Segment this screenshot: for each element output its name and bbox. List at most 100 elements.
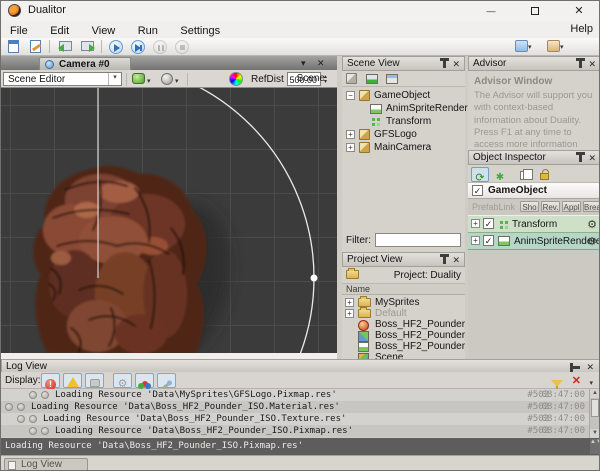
menu-help[interactable]: Help bbox=[570, 23, 593, 35]
component-row-transform[interactable]: Transform bbox=[468, 216, 600, 233]
project-item-scene[interactable]: Scene bbox=[342, 351, 465, 359]
log-entry-list[interactable]: Loading Resource 'Data\MySprites\GFSLogo… bbox=[1, 389, 600, 438]
close-button[interactable] bbox=[557, 1, 600, 21]
log-entry[interactable]: Loading Resource 'Data\Boss_HF2_Pounder_… bbox=[1, 401, 600, 413]
gear-icon[interactable] bbox=[587, 218, 597, 231]
auto-refresh-button[interactable] bbox=[471, 167, 489, 182]
prefab-show-button[interactable]: Sho bbox=[520, 201, 539, 212]
pin-icon[interactable] bbox=[579, 61, 582, 68]
toggle-warnings-button[interactable] bbox=[63, 373, 82, 388]
log-entry[interactable]: Loading Resource 'Data\MySprites\GFSLogo… bbox=[1, 389, 600, 401]
project-item-label: Scene bbox=[375, 352, 403, 359]
close-icon[interactable] bbox=[588, 153, 596, 164]
close-icon[interactable] bbox=[452, 59, 460, 70]
component-checkbox[interactable] bbox=[483, 235, 494, 246]
edit-document-button[interactable] bbox=[27, 40, 44, 54]
expand-icon[interactable] bbox=[471, 236, 480, 245]
autohide-pin-icon[interactable] bbox=[573, 366, 580, 369]
expand-icon[interactable] bbox=[471, 219, 480, 228]
editor-mode-select[interactable]: Scene Editor bbox=[3, 72, 122, 86]
save-scene-icon[interactable] bbox=[386, 74, 398, 84]
tab-camera-0[interactable]: Camera #0 bbox=[39, 57, 131, 70]
scrollbar-up-icon[interactable]: ▲ bbox=[590, 389, 600, 398]
new-scene-icon[interactable] bbox=[366, 74, 378, 84]
lock-button[interactable] bbox=[535, 167, 553, 182]
step-button[interactable] bbox=[129, 40, 146, 54]
expand-icon[interactable] bbox=[346, 130, 355, 139]
log-page-icon bbox=[8, 461, 16, 470]
dropdown-caret-icon bbox=[528, 43, 532, 51]
check-icon bbox=[5, 403, 13, 411]
close-icon[interactable] bbox=[452, 255, 460, 266]
status-scroll-buttons[interactable]: ▲▼ bbox=[590, 439, 600, 454]
dropdown-caret-icon[interactable] bbox=[147, 77, 151, 85]
expand-icon[interactable] bbox=[345, 309, 354, 318]
log-view-autohide-tab[interactable]: Log View bbox=[4, 458, 88, 471]
active-checkbox[interactable] bbox=[472, 185, 483, 196]
gear-icon bbox=[41, 391, 49, 399]
prefab-apply-button[interactable]: Appl bbox=[562, 201, 581, 212]
prefab-break-button[interactable]: Brea bbox=[583, 201, 600, 212]
inspected-object-row[interactable]: GameObject bbox=[468, 183, 600, 199]
project-column-header[interactable]: Name bbox=[342, 284, 465, 295]
filter-input[interactable] bbox=[375, 233, 461, 247]
scrollbar-thumb[interactable] bbox=[591, 399, 599, 417]
toggle-game-log-button[interactable] bbox=[135, 373, 154, 388]
pin-icon[interactable] bbox=[443, 61, 446, 68]
camera-tab-label: Camera #0 bbox=[59, 59, 110, 70]
dropdown-caret-icon[interactable] bbox=[175, 77, 179, 85]
log-scrollbar[interactable]: ▲ ▼ bbox=[589, 389, 600, 438]
gear-icon[interactable] bbox=[587, 235, 597, 248]
pause-icon bbox=[153, 40, 167, 54]
toggle-messages-button[interactable] bbox=[85, 373, 104, 388]
layout-button[interactable] bbox=[547, 40, 573, 54]
close-icon bbox=[574, 5, 583, 17]
scrollbar-down-icon[interactable]: ▼ bbox=[590, 429, 600, 438]
toggle-errors-button[interactable]: ! bbox=[41, 373, 60, 388]
close-icon[interactable] bbox=[588, 59, 596, 70]
tree-node-gameobject[interactable]: GameObject bbox=[342, 89, 465, 102]
component-row-animspriterenderer[interactable]: AnimSpriteRenderer bbox=[468, 233, 600, 250]
tab-close-button[interactable] bbox=[317, 58, 325, 69]
play-button[interactable] bbox=[107, 40, 124, 54]
titlebar[interactable]: Dualitor bbox=[1, 1, 600, 21]
minimize-button[interactable] bbox=[469, 1, 513, 21]
prefab-revert-button[interactable]: Rev. bbox=[541, 201, 560, 212]
pause-button[interactable] bbox=[151, 40, 168, 54]
toggle-editor-log-button[interactable] bbox=[157, 373, 176, 388]
export-button[interactable] bbox=[79, 40, 96, 54]
dropdown-caret-icon[interactable] bbox=[589, 379, 593, 387]
project-view-titlebar: Project View bbox=[342, 252, 465, 267]
pin-icon[interactable] bbox=[579, 155, 582, 162]
tree-node-animspriterenderer[interactable]: AnimSpriteRenderer bbox=[342, 102, 465, 115]
background-color-button[interactable] bbox=[132, 73, 145, 84]
expand-icon[interactable] bbox=[345, 298, 354, 307]
clear-log-button[interactable] bbox=[572, 374, 581, 387]
tree-node-transform[interactable]: Transform bbox=[342, 115, 465, 128]
new-document-button[interactable] bbox=[5, 40, 22, 54]
tab-list-dropdown[interactable] bbox=[301, 58, 306, 69]
folder-icon[interactable] bbox=[346, 270, 359, 279]
maximize-button[interactable] bbox=[513, 1, 557, 21]
log-entry[interactable]: Loading Resource 'Data\Boss_HF2_Pounder_… bbox=[1, 413, 600, 425]
cube-icon[interactable] bbox=[346, 73, 357, 84]
new-view-button[interactable] bbox=[515, 40, 541, 54]
sort-button[interactable] bbox=[491, 167, 509, 182]
expand-icon[interactable] bbox=[346, 143, 355, 152]
pin-icon[interactable] bbox=[443, 257, 446, 264]
clone-button[interactable] bbox=[515, 167, 533, 182]
stop-button[interactable] bbox=[173, 40, 190, 54]
cube-icon bbox=[359, 129, 370, 140]
component-checkbox[interactable] bbox=[483, 218, 494, 229]
tree-node-gfslogo[interactable]: GFSLogo bbox=[342, 128, 465, 141]
log-entry[interactable]: Loading Resource 'Data\Boss_HF2_Pounder_… bbox=[1, 425, 600, 437]
stop-icon bbox=[175, 40, 189, 54]
scene-editor-viewport[interactable] bbox=[1, 88, 337, 353]
toggle-core-log-button[interactable] bbox=[113, 373, 132, 388]
rotation-handle[interactable] bbox=[311, 275, 318, 282]
import-button[interactable] bbox=[57, 40, 74, 54]
render-mode-button[interactable] bbox=[161, 73, 173, 85]
tree-node-maincamera[interactable]: MainCamera bbox=[342, 141, 465, 154]
collapse-icon[interactable] bbox=[346, 91, 355, 100]
color-wheel-icon[interactable] bbox=[229, 72, 243, 86]
